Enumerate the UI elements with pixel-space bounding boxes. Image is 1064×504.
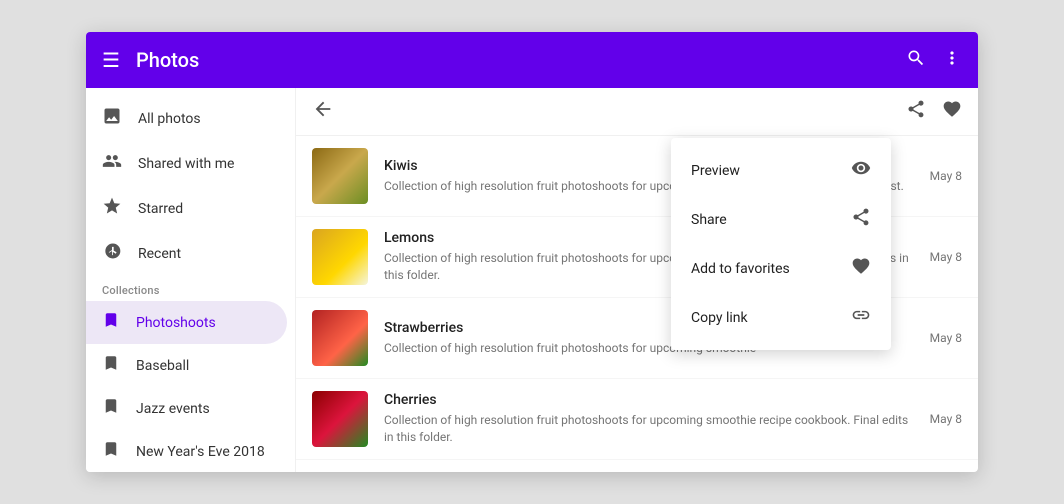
sidebar-label-starred: Starred <box>138 201 183 217</box>
back-button[interactable] <box>312 98 334 125</box>
context-menu-item-share[interactable]: Share <box>671 195 891 244</box>
starred-icon <box>102 196 122 221</box>
context-menu: Preview Share Add to favorites <box>671 138 891 350</box>
header: ☰ Photos <box>86 32 978 88</box>
all-photos-icon <box>102 106 122 131</box>
link-icon <box>851 305 871 330</box>
sidebar-label-baseball: Baseball <box>136 358 189 374</box>
sidebar-item-jazz-events[interactable]: Jazz events <box>86 387 287 430</box>
app-window: ☰ Photos All photos <box>86 32 978 472</box>
album-date-kiwis: May 8 <box>930 169 962 183</box>
sidebar: All photos Shared with me Starred Recent <box>86 88 296 472</box>
album-thumb-lemons <box>312 229 368 285</box>
album-name-cherries: Cherries <box>384 392 914 408</box>
sidebar-label-jazz-events: Jazz events <box>136 401 210 417</box>
sidebar-item-shared[interactable]: Shared with me <box>86 141 287 186</box>
album-thumb-kiwis <box>312 148 368 204</box>
favorite-button[interactable] <box>942 99 962 124</box>
collections-label: Collections <box>86 276 295 301</box>
more-icon[interactable] <box>942 48 962 73</box>
sidebar-item-baseball[interactable]: Baseball <box>86 344 287 387</box>
sidebar-item-recent[interactable]: Recent <box>86 231 287 276</box>
main-content: Kiwis Collection of high resolution frui… <box>296 88 978 472</box>
album-thumb-strawberries <box>312 310 368 366</box>
new-years-eve-icon <box>102 440 120 463</box>
baseball-icon <box>102 354 120 377</box>
context-menu-item-copy-link[interactable]: Copy link <box>671 293 891 342</box>
share-button[interactable] <box>906 99 926 124</box>
album-thumb-cherries <box>312 391 368 447</box>
share-icon <box>851 207 871 232</box>
app-title: Photos <box>136 48 906 72</box>
album-item-cherries[interactable]: Cherries Collection of high resolution f… <box>296 379 978 460</box>
context-menu-label-preview: Preview <box>691 163 740 179</box>
toolbar-right <box>906 99 962 124</box>
sidebar-label-all-photos: All photos <box>138 111 201 127</box>
sidebar-item-starred[interactable]: Starred <box>86 186 287 231</box>
main-toolbar <box>296 88 978 136</box>
sidebar-item-new-years-eve[interactable]: New Year's Eve 2018 <box>86 430 287 472</box>
sidebar-label-recent: Recent <box>138 246 181 262</box>
sidebar-item-all-photos[interactable]: All photos <box>86 96 287 141</box>
sidebar-item-photoshoots[interactable]: Photoshoots <box>86 301 287 344</box>
album-date-lemons: May 8 <box>930 250 962 264</box>
jazz-events-icon <box>102 397 120 420</box>
heart-icon <box>851 256 871 281</box>
toolbar-left <box>312 98 334 125</box>
shared-icon <box>102 151 122 176</box>
album-date-strawberries: May 8 <box>930 331 962 345</box>
search-icon[interactable] <box>906 48 926 73</box>
context-menu-label-copy-link: Copy link <box>691 310 748 326</box>
context-menu-item-favorites[interactable]: Add to favorites <box>671 244 891 293</box>
album-info-cherries: Cherries Collection of high resolution f… <box>384 392 914 446</box>
header-actions <box>906 48 962 73</box>
photoshoots-icon <box>102 311 120 334</box>
sidebar-label-new-years-eve: New Year's Eve 2018 <box>136 444 265 460</box>
body: All photos Shared with me Starred Recent <box>86 88 978 472</box>
context-menu-label-favorites: Add to favorites <box>691 261 790 277</box>
album-date-cherries: May 8 <box>930 412 962 426</box>
sidebar-label-photoshoots: Photoshoots <box>136 315 216 331</box>
preview-icon <box>851 158 871 183</box>
context-menu-item-preview[interactable]: Preview <box>671 146 891 195</box>
recent-icon <box>102 241 122 266</box>
album-desc-cherries: Collection of high resolution fruit phot… <box>384 412 914 446</box>
sidebar-label-shared: Shared with me <box>138 156 234 172</box>
context-menu-label-share: Share <box>691 212 727 228</box>
album-item-nectarines[interactable]: Nectarines Collection of high resolution… <box>296 460 978 472</box>
menu-icon[interactable]: ☰ <box>102 48 120 72</box>
